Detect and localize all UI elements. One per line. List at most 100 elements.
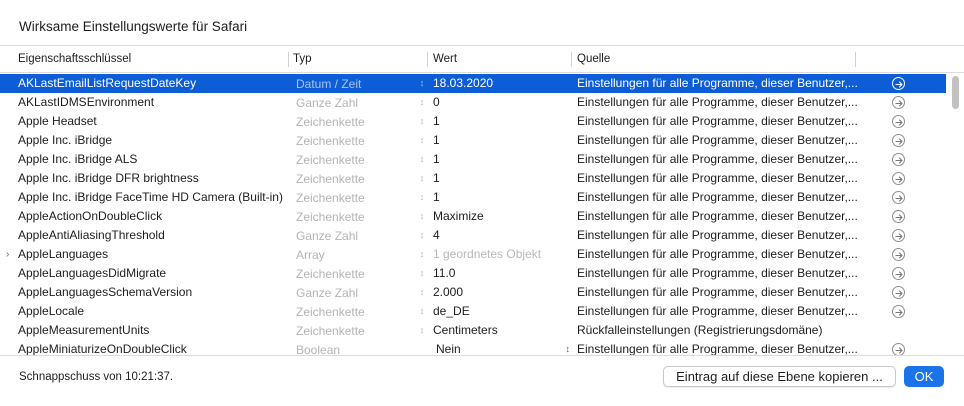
arrow-right-circle-icon[interactable] bbox=[892, 210, 906, 224]
popup-chevron-icon: ↕ bbox=[565, 344, 571, 354]
table-row[interactable]: AppleAntiAliasingThreshold Ganze Zahl ↕ 4 Ei… bbox=[0, 226, 946, 245]
table-row[interactable]: AKLastEmailListRequestDateKey Datum / Zei… bbox=[0, 74, 946, 93]
row-type: Zeichenkette bbox=[296, 172, 365, 186]
row-value[interactable]: 1 bbox=[433, 112, 569, 131]
row-key: AppleMeasurementUnits bbox=[18, 323, 150, 337]
stepper-icon[interactable]: ↕ bbox=[418, 226, 426, 245]
column-separator[interactable] bbox=[427, 52, 428, 67]
stepper-icon[interactable]: ↕ bbox=[418, 245, 426, 264]
row-value[interactable]: 18.03.2020 bbox=[433, 74, 569, 93]
stepper-icon[interactable]: ↕ bbox=[418, 131, 426, 150]
arrow-right-circle-icon[interactable] bbox=[892, 96, 906, 110]
table-row[interactable]: Apple Inc. iBridge ALS Zeichenkette ↕ 1 Eins… bbox=[0, 150, 946, 169]
row-value[interactable]: 1 bbox=[433, 188, 569, 207]
column-separator[interactable] bbox=[288, 52, 289, 67]
row-source: Einstellungen für alle Programme, dieser… bbox=[577, 171, 858, 185]
snapshot-status: Schnappschuss von 10:21:37. bbox=[19, 371, 174, 383]
copy-entry-button[interactable]: Eintrag auf diese Ebene kopieren ... bbox=[663, 366, 896, 387]
stepper-icon[interactable]: ↕ bbox=[418, 169, 426, 188]
arrow-right-circle-icon[interactable] bbox=[892, 248, 906, 262]
table-row[interactable]: Apple Inc. iBridge Zeichenkette ↕ 1 Einstell… bbox=[0, 131, 946, 150]
ok-button[interactable]: OK bbox=[904, 366, 944, 387]
row-key: AppleLocale bbox=[18, 304, 85, 318]
stepper-icon[interactable]: ↕ bbox=[418, 207, 426, 226]
row-type: Ganze Zahl bbox=[296, 229, 359, 243]
table-row[interactable]: AppleLocale Zeichenkette ↕ de_DE Einstellung… bbox=[0, 302, 946, 321]
stepper-icon[interactable]: ↕ bbox=[418, 93, 426, 112]
column-header-type[interactable]: Typ bbox=[293, 46, 312, 73]
arrow-right-circle-icon[interactable] bbox=[892, 172, 906, 186]
column-header-key[interactable]: Eigenschaftsschlüssel bbox=[18, 46, 131, 73]
row-type: Boolean bbox=[296, 343, 341, 356]
row-value[interactable]: de_DE bbox=[433, 302, 569, 321]
row-source: Einstellungen für alle Programme, dieser… bbox=[577, 133, 858, 147]
arrow-right-circle-icon[interactable] bbox=[892, 267, 906, 281]
row-source: Einstellungen für alle Programme, dieser… bbox=[577, 190, 858, 204]
stepper-icon[interactable]: ↕ bbox=[418, 264, 426, 283]
row-value: 1 geordnetes Objekt bbox=[433, 247, 542, 261]
table-row[interactable]: Apple Inc. iBridge DFR brightness Zeichen… bbox=[0, 169, 946, 188]
arrow-right-circle-icon[interactable] bbox=[892, 115, 906, 129]
column-header-source[interactable]: Quelle bbox=[577, 46, 610, 73]
row-source: Einstellungen für alle Programme, dieser… bbox=[577, 95, 858, 109]
stepper-icon[interactable]: ↕ bbox=[418, 74, 426, 93]
row-value[interactable]: 1 bbox=[433, 131, 569, 150]
row-value[interactable]: Centimeters bbox=[433, 321, 569, 340]
disclosure-triangle-icon[interactable]: › bbox=[6, 245, 9, 264]
row-key: Apple Headset bbox=[18, 114, 97, 128]
table-row[interactable]: AppleMeasurementUnits Zeichenkette ↕ Centim… bbox=[0, 321, 946, 340]
row-key: AppleLanguagesSchemaVersion bbox=[18, 285, 193, 299]
row-source: Einstellungen für alle Programme, dieser… bbox=[577, 152, 858, 166]
row-value[interactable]: 1 bbox=[433, 150, 569, 169]
row-source: Einstellungen für alle Programme, dieser… bbox=[577, 266, 858, 280]
table-row[interactable]: Apple Headset Zeichenkette ↕ 1 Einstellungen… bbox=[0, 112, 946, 131]
column-separator[interactable] bbox=[571, 52, 572, 67]
row-key: AppleMiniaturizeOnDoubleClick bbox=[18, 342, 187, 356]
arrow-right-circle-icon[interactable] bbox=[892, 305, 906, 319]
table-header: Eigenschaftsschlüssel Typ Wert Quelle bbox=[0, 46, 964, 73]
arrow-right-circle-icon[interactable] bbox=[892, 77, 906, 91]
row-key: AppleLanguagesDidMigrate bbox=[18, 266, 167, 280]
row-key: Apple Inc. iBridge DFR brightness bbox=[18, 171, 199, 185]
stepper-icon[interactable]: ↕ bbox=[418, 302, 426, 321]
scroll-thumb[interactable] bbox=[952, 76, 959, 109]
vertical-scrollbar[interactable] bbox=[948, 74, 964, 355]
row-key: Apple Inc. iBridge FaceTime HD Camera (B… bbox=[18, 190, 283, 204]
stepper-icon[interactable]: ↕ bbox=[418, 150, 426, 169]
row-type: Zeichenkette bbox=[296, 115, 365, 129]
table-row[interactable]: AppleLanguagesDidMigrate Zeichenkette ↕ 11.… bbox=[0, 264, 946, 283]
row-type: Zeichenkette bbox=[296, 153, 365, 167]
arrow-right-circle-icon[interactable] bbox=[892, 343, 906, 355]
table-row[interactable]: Apple Inc. iBridge FaceTime HD Camera (B… bbox=[0, 188, 946, 207]
row-value[interactable]: 2.000 bbox=[433, 283, 569, 302]
stepper-icon[interactable]: ↕ bbox=[418, 283, 426, 302]
row-value[interactable]: 11.0 bbox=[433, 264, 569, 283]
row-type: Zeichenkette bbox=[296, 134, 365, 148]
table-row[interactable]: AppleMiniaturizeOnDoubleClick Boolean Nein… bbox=[0, 340, 946, 356]
arrow-right-circle-icon[interactable] bbox=[892, 153, 906, 167]
table-row[interactable]: › AppleLanguages Array ↕ 1 geordnetes Objekt… bbox=[0, 245, 946, 264]
row-value[interactable]: Maximize bbox=[433, 207, 569, 226]
row-key: AppleAntiAliasingThreshold bbox=[18, 228, 165, 242]
column-header-value[interactable]: Wert bbox=[433, 46, 457, 73]
arrow-right-circle-icon[interactable] bbox=[892, 286, 906, 300]
row-key: AKLastIDMSEnvironment bbox=[18, 95, 155, 109]
table-row[interactable]: AppleLanguagesSchemaVersion Ganze Zahl ↕ 2.… bbox=[0, 283, 946, 302]
preferences-table: Eigenschaftsschlüssel Typ Wert Quelle AK… bbox=[0, 45, 964, 356]
stepper-icon[interactable]: ↕ bbox=[418, 321, 426, 340]
row-key: AppleLanguages bbox=[18, 247, 109, 261]
stepper-icon[interactable]: ↕ bbox=[418, 112, 426, 131]
row-key: Apple Inc. iBridge ALS bbox=[18, 152, 138, 166]
row-value[interactable]: 1 bbox=[433, 169, 569, 188]
row-value[interactable]: 4 bbox=[433, 226, 569, 245]
arrow-right-circle-icon[interactable] bbox=[892, 229, 906, 243]
column-separator[interactable] bbox=[855, 52, 856, 67]
arrow-right-circle-icon[interactable] bbox=[892, 134, 906, 148]
stepper-icon[interactable]: ↕ bbox=[418, 188, 426, 207]
row-value[interactable]: 0 bbox=[433, 93, 569, 112]
table-row[interactable]: AKLastIDMSEnvironment Ganze Zahl ↕ 0 Einstel… bbox=[0, 93, 946, 112]
value-popup[interactable]: Nein ↕ bbox=[432, 341, 572, 355]
arrow-right-circle-icon[interactable] bbox=[892, 191, 906, 205]
table-row[interactable]: AppleActionOnDoubleClick Zeichenkette ↕ Max… bbox=[0, 207, 946, 226]
row-source: Einstellungen für alle Programme, dieser… bbox=[577, 76, 858, 90]
